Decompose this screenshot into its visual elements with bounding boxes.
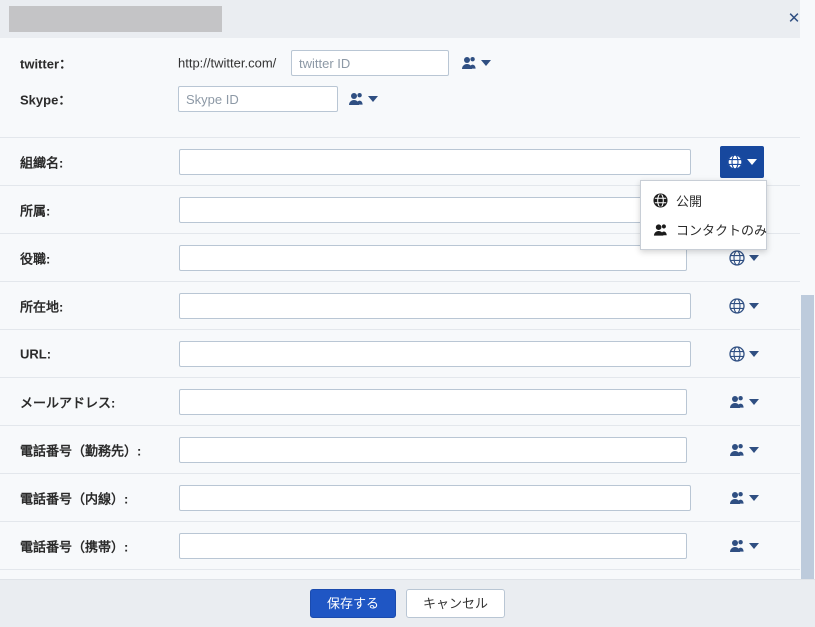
email-input[interactable]	[179, 388, 687, 415]
form-row-phone-work: 電話番号（勤務先）:	[0, 425, 800, 473]
row-label-phone-extension: 電話番号（内線）:	[20, 491, 129, 506]
chevron-down-icon	[749, 350, 759, 357]
chevron-down-icon	[749, 254, 759, 261]
row-label-phone-mobile: 電話番号（携帯）:	[20, 539, 129, 554]
row-label-location: 所在地:	[20, 299, 64, 314]
location-input[interactable]	[179, 292, 691, 319]
contacts-icon	[729, 395, 745, 409]
chevron-down-icon	[749, 542, 759, 549]
scrollbar-thumb[interactable]	[801, 295, 814, 580]
redacted-title-bar	[9, 6, 222, 32]
cancel-button[interactable]: キャンセル	[406, 589, 506, 618]
globe-icon	[729, 297, 745, 314]
contacts-icon	[729, 443, 745, 457]
chevron-down-icon	[481, 60, 491, 66]
row-label-url: URL:	[20, 346, 52, 361]
contacts-icon	[653, 223, 668, 237]
contacts-icon	[729, 539, 745, 553]
globe-icon	[727, 153, 743, 170]
skype-id-input[interactable]	[178, 86, 338, 112]
privacy-dropdown-menu[interactable]: 公開 コンタクトのみ	[640, 180, 767, 250]
form-row-twitter: twitter： http://twitter.com/	[0, 45, 800, 81]
row-label-organization: 組織名:	[20, 155, 64, 170]
chevron-down-icon	[749, 494, 759, 501]
privacy-select-email[interactable]	[726, 388, 762, 416]
globe-icon	[653, 193, 668, 208]
chevron-down-icon	[749, 398, 759, 405]
form-row-phone-mobile: 電話番号（携帯）:	[0, 521, 800, 569]
menu-item-contacts-only[interactable]: コンタクトのみ	[641, 215, 768, 244]
contacts-icon	[461, 56, 477, 70]
phone-mobile-input[interactable]	[179, 532, 687, 559]
department-input[interactable]	[179, 196, 691, 223]
contacts-icon	[348, 92, 364, 106]
privacy-select-location[interactable]	[726, 292, 762, 320]
dialog-footer: 保存する キャンセル	[0, 579, 815, 627]
job-title-input[interactable]	[179, 244, 687, 271]
dialog-header: ✕	[0, 0, 815, 38]
privacy-select-organization[interactable]	[720, 145, 764, 178]
menu-item-label: 公開	[676, 194, 703, 209]
row-label-phone-work: 電話番号（勤務先）:	[20, 443, 142, 458]
form-row-url: URL:	[0, 329, 800, 377]
row-label-twitter: twitter：	[20, 56, 73, 72]
row-label-email: メールアドレス:	[20, 395, 116, 410]
scrollbar-track[interactable]	[800, 0, 815, 580]
privacy-select-phone-extension[interactable]	[726, 484, 762, 512]
chevron-down-icon	[749, 446, 759, 453]
clipped-scrolled-row	[0, 38, 800, 45]
phone-extension-input[interactable]	[179, 484, 691, 511]
twitter-url-prefix: http://twitter.com/	[178, 55, 277, 71]
form-row-location: 所在地:	[0, 281, 800, 329]
form-scroll-area: twitter： http://twitter.com/ Skype：	[0, 45, 800, 580]
privacy-select-twitter[interactable]	[458, 49, 494, 77]
form-row-skype: Skype：	[0, 81, 800, 117]
save-button[interactable]: 保存する	[309, 589, 396, 618]
row-label-skype: Skype：	[20, 92, 72, 108]
privacy-select-skype[interactable]	[345, 85, 381, 113]
organization-input[interactable]	[179, 148, 691, 175]
phone-work-input[interactable]	[179, 436, 687, 463]
menu-item-public[interactable]: 公開	[641, 186, 766, 215]
row-label-job-title: 役職:	[20, 251, 51, 266]
globe-icon	[729, 249, 745, 266]
privacy-select-phone-mobile[interactable]	[726, 532, 762, 560]
chevron-down-icon	[747, 158, 757, 165]
globe-icon	[729, 345, 745, 362]
privacy-select-phone-work[interactable]	[726, 436, 762, 464]
url-input[interactable]	[179, 340, 691, 367]
form-row-phone-extension: 電話番号（内線）:	[0, 473, 800, 521]
form-row-organization: 組織名:	[0, 137, 800, 185]
form-row-email: メールアドレス:	[0, 377, 800, 425]
menu-item-label: コンタクトのみ	[676, 223, 768, 238]
edit-profile-dialog: ✕ twitter： http://twitter.com/ twitter I…	[0, 0, 815, 627]
chevron-down-icon	[368, 96, 378, 102]
twitter-id-input[interactable]	[291, 50, 449, 76]
chevron-down-icon	[749, 302, 759, 309]
row-label-department: 所属:	[20, 203, 51, 218]
contacts-icon	[729, 491, 745, 505]
privacy-select-url[interactable]	[726, 340, 762, 368]
